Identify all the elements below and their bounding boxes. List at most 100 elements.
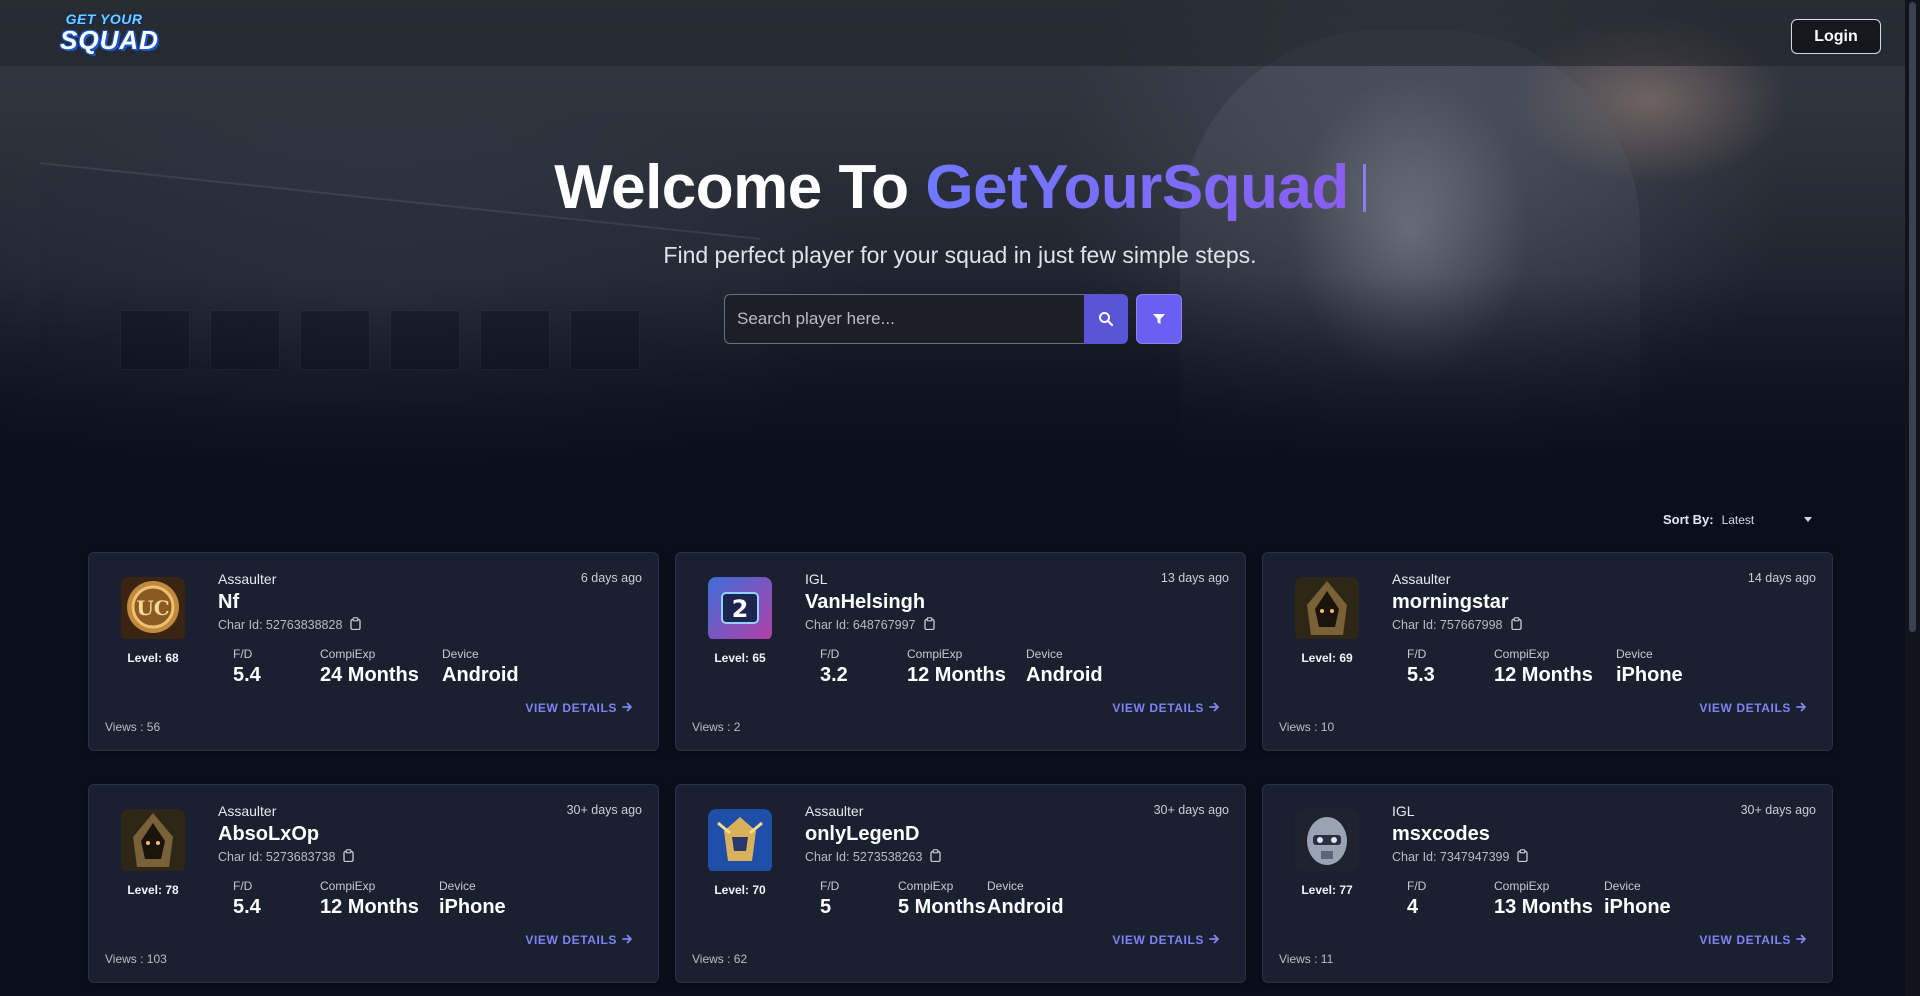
hero-title-accent: GetYourSquad: [925, 153, 1349, 222]
stat-value: Android: [987, 896, 1064, 918]
player-card[interactable]: Level: 77 IGL msxcodes Char Id: 7347947399 3…: [1262, 784, 1833, 983]
search-button[interactable]: [1084, 294, 1128, 344]
player-card[interactable]: Level: 78 Assaulter AbsoLxOp Char Id: 52736…: [88, 784, 659, 983]
robot-helmet-icon: [1295, 809, 1359, 873]
stat-fd: F/D 5.4: [233, 879, 261, 919]
player-name[interactable]: VanHelsingh: [805, 591, 925, 614]
stat-fd: F/D 4: [1407, 879, 1426, 919]
player-name[interactable]: Nf: [218, 591, 239, 614]
stat-value: 24 Months: [320, 664, 419, 686]
arrow-right-icon: [1796, 701, 1807, 715]
stat-device: Device iPhone: [1604, 879, 1671, 919]
player-name[interactable]: AbsoLxOp: [218, 823, 319, 846]
char-id-text: Char Id: 52763838828: [218, 618, 343, 632]
posted-time: 13 days ago: [1160, 571, 1229, 585]
player-name[interactable]: onlyLegenD: [805, 823, 919, 846]
sort-select[interactable]: Latest: [1722, 513, 1792, 527]
stat-label: CompiExp: [907, 647, 963, 661]
player-char-id: Char Id: 5273683738: [218, 849, 355, 865]
hooded-warrior-icon: [1295, 577, 1359, 641]
site-logo[interactable]: GET YOUR SQUAD: [60, 12, 159, 56]
view-count: Views : 56: [105, 720, 161, 734]
stat-value: 3.2: [820, 664, 848, 686]
player-name[interactable]: morningstar: [1392, 591, 1509, 614]
sort-control[interactable]: Sort By: Latest: [1663, 512, 1812, 527]
stat-fd: F/D 3.2: [820, 647, 848, 687]
stat-label: Device: [1616, 647, 1653, 661]
player-avatar: [1295, 809, 1359, 873]
stat-value: 5 Months: [898, 896, 986, 918]
stat-device: Device Android: [987, 879, 1064, 919]
stat-label: CompiExp: [320, 879, 376, 893]
filter-button[interactable]: [1136, 294, 1182, 344]
copy-clipboard-icon[interactable]: [343, 849, 355, 865]
stat-device: Device Android: [442, 647, 519, 687]
stat-exp: CompiExp 12 Months: [907, 647, 1006, 687]
view-details-label: VIEW DETAILS: [525, 933, 617, 947]
view-details-link[interactable]: VIEW DETAILS: [1699, 933, 1807, 947]
view-count: Views : 10: [1279, 720, 1335, 734]
view-details-link[interactable]: VIEW DETAILS: [525, 701, 633, 715]
stat-label: Device: [1026, 647, 1063, 661]
page-scrollbar[interactable]: [1905, 0, 1920, 996]
arrow-right-icon: [622, 933, 633, 947]
copy-clipboard-icon[interactable]: [923, 617, 935, 633]
stat-label: Device: [442, 647, 479, 661]
char-id-text: Char Id: 757667998: [1392, 618, 1503, 632]
logo-line-2: SQUAD: [60, 25, 159, 55]
stat-value: 13 Months: [1494, 896, 1593, 918]
player-card[interactable]: Level: 69 Assaulter morningstar Char Id: 75…: [1262, 552, 1833, 751]
view-details-label: VIEW DETAILS: [1699, 933, 1791, 947]
stat-value: Android: [1026, 664, 1103, 686]
player-role: IGL: [805, 571, 828, 587]
svg-text:2: 2: [732, 595, 749, 623]
player-name[interactable]: msxcodes: [1392, 823, 1490, 846]
scrollbar-thumb[interactable]: [1909, 2, 1916, 632]
hero-tagline: Find perfect player for your squad in ju…: [663, 242, 1257, 268]
view-details-link[interactable]: VIEW DETAILS: [525, 933, 633, 947]
arrow-right-icon: [1209, 933, 1220, 947]
hooded-warrior-icon: [121, 809, 185, 873]
posted-time: 30+ days ago: [1153, 803, 1229, 817]
player-level: Level: 69: [1301, 651, 1353, 665]
player-card[interactable]: Level: 70 Assaulter onlyLegenD Char Id: 527…: [675, 784, 1246, 983]
copy-clipboard-icon[interactable]: [1510, 617, 1522, 633]
stat-exp: CompiExp 24 Months: [320, 647, 419, 687]
chevron-down-icon: [1803, 517, 1812, 522]
player-avatar: [708, 809, 772, 873]
search-icon: [1099, 312, 1114, 327]
uc-coin-icon: UC: [121, 577, 185, 641]
player-role: IGL: [1392, 803, 1415, 819]
stat-device: Device iPhone: [1616, 647, 1683, 687]
arrow-right-icon: [1796, 933, 1807, 947]
stat-fd: F/D 5.3: [1407, 647, 1435, 687]
search-input[interactable]: [724, 294, 1084, 344]
player-char-id: Char Id: 757667998: [1392, 617, 1522, 633]
stat-exp: CompiExp 13 Months: [1494, 879, 1593, 919]
player-card[interactable]: UC Level: 68 Assaulter Nf Char Id: 527638388…: [88, 552, 659, 751]
stat-value: iPhone: [1604, 896, 1671, 918]
login-button[interactable]: Login: [1791, 19, 1881, 54]
copy-clipboard-icon[interactable]: [930, 849, 942, 865]
player-avatar: [1295, 577, 1359, 641]
view-details-link[interactable]: VIEW DETAILS: [1112, 933, 1220, 947]
stat-label: CompiExp: [320, 647, 376, 661]
copy-clipboard-icon[interactable]: [1517, 849, 1529, 865]
view-details-link[interactable]: VIEW DETAILS: [1699, 701, 1807, 715]
view-count: Views : 103: [105, 952, 167, 966]
player-role: Assaulter: [218, 571, 277, 587]
stat-device: Device Android: [1026, 647, 1103, 687]
stat-exp: CompiExp 12 Months: [320, 879, 419, 919]
stat-fd: F/D 5.4: [233, 647, 261, 687]
view-details-link[interactable]: VIEW DETAILS: [1112, 701, 1220, 715]
posted-time: 14 days ago: [1747, 571, 1816, 585]
player-level: Level: 78: [127, 883, 179, 897]
player-card[interactable]: 2 Level: 65 IGL VanHelsingh Char Id: 6487679…: [675, 552, 1246, 751]
player-role: Assaulter: [805, 803, 864, 819]
copy-clipboard-icon[interactable]: [350, 617, 362, 633]
char-id-text: Char Id: 7347947399: [1392, 850, 1510, 864]
arrow-right-icon: [1209, 701, 1220, 715]
player-char-id: Char Id: 7347947399: [1392, 849, 1529, 865]
stat-label: F/D: [820, 879, 840, 893]
stat-label: CompiExp: [1494, 647, 1550, 661]
